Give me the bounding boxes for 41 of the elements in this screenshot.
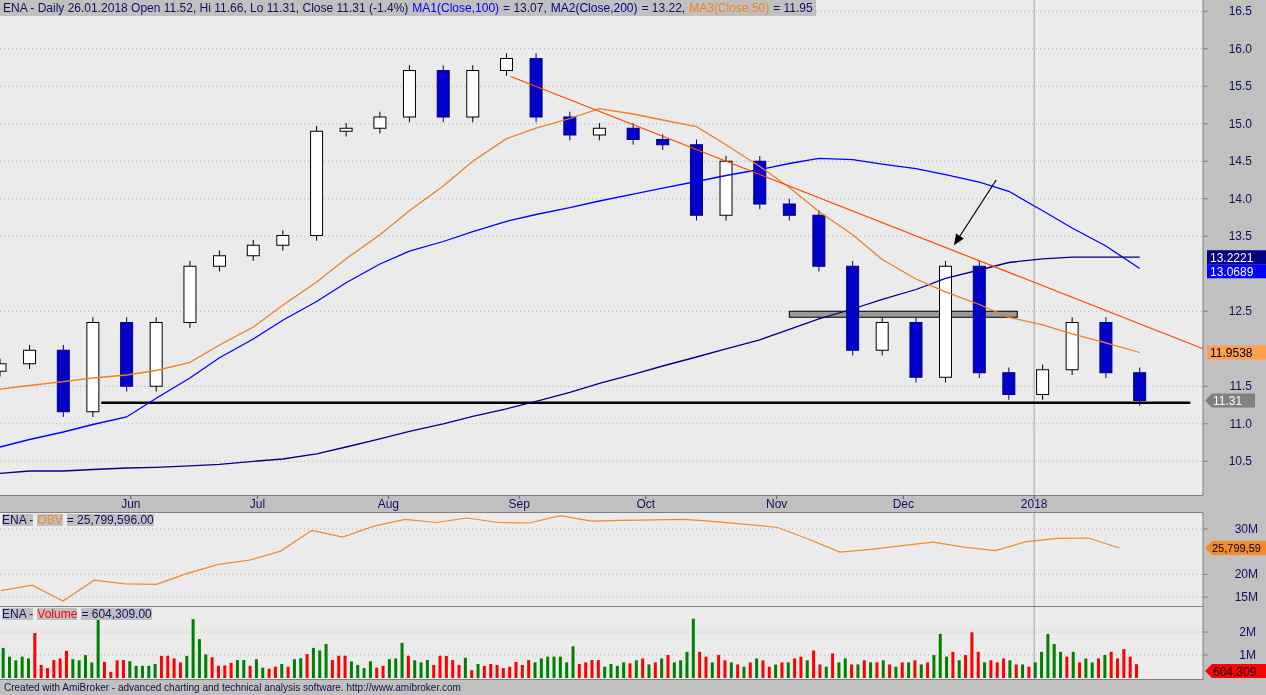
series-value: = 11.95: [773, 0, 813, 16]
axis-label: 16.0: [1228, 41, 1252, 56]
axis-label: 13.5: [1228, 229, 1252, 244]
axis-label: 30M: [1234, 521, 1258, 536]
axis-label: 16.5: [1228, 4, 1252, 19]
price-tag: 604,309: [1205, 664, 1266, 679]
series-label: MA3(Close,50): [689, 0, 770, 16]
axis-label: Jul: [249, 497, 266, 511]
chart-title: ENA - Daily 26.01.2018 Open 11.52, Hi 11.66, Lo 11.31, Close 11.31 (-1.4%): [3, 0, 409, 16]
footer-text: Created with AmiBroker - advanced charting and technical analysis software. http://www.amibroker.com: [4, 682, 461, 693]
axis-label: 15M: [1234, 590, 1258, 604]
axis-label: 15.5: [1228, 79, 1252, 94]
axis-label: Oct: [636, 497, 656, 511]
series-value: = 13.22,: [641, 0, 686, 16]
series-label: MA2(Close,200): [550, 0, 638, 16]
price-tag: 13.2221: [1207, 250, 1266, 265]
axis-label: 11.5: [1229, 379, 1252, 394]
axis-label: Aug: [377, 497, 399, 511]
axis-label: 1M: [1239, 648, 1256, 662]
axis-label: Dec: [892, 497, 914, 511]
series-label: OBV: [37, 514, 63, 526]
series-label: Volume: [37, 608, 78, 620]
axis-label: 20M: [1234, 567, 1258, 582]
axis-label: 14.5: [1228, 154, 1252, 169]
axis-label: Jun: [121, 497, 141, 511]
axis-label: 2M: [1239, 625, 1256, 640]
axis-label: Nov: [766, 497, 788, 511]
axis-label: 15.0: [1228, 116, 1252, 131]
series-value: = 13.07,: [503, 0, 547, 16]
panel-title: ENA -: [2, 514, 34, 526]
axis-label: 10.5: [1228, 454, 1252, 469]
series-label: MA1(Close,100): [412, 0, 500, 16]
axis-label: 14.0: [1228, 191, 1252, 206]
series-value: = 604,309.00: [81, 608, 152, 620]
axis-label: 11.0: [1229, 416, 1252, 431]
axis-label: Sep: [508, 497, 530, 511]
panel-title: ENA -: [2, 608, 34, 620]
axis-label: 2018: [1020, 497, 1048, 511]
price-tag: 13.0689: [1207, 264, 1266, 279]
axis-label: 12.5: [1228, 304, 1252, 319]
series-value: = 25,799,596.00: [66, 514, 154, 526]
